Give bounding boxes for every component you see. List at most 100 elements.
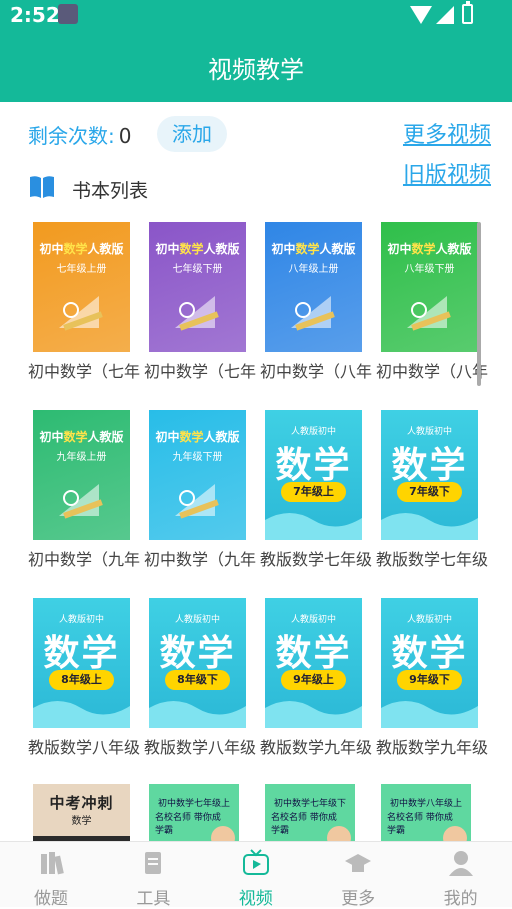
tab-label: 做题 — [34, 889, 68, 909]
tab-1[interactable]: 工具 — [102, 842, 204, 909]
remaining-count-label: 剩余次数: — [28, 124, 115, 148]
scrollbar[interactable] — [477, 222, 481, 386]
tab-2[interactable]: 视频 — [205, 842, 307, 909]
section-title: 书本列表 — [72, 180, 149, 202]
tab-label: 更多 — [341, 889, 376, 909]
cover-grade: 九年级下册 — [172, 452, 223, 463]
book-card[interactable]: 初中数学七年级上 名校名师 带你成学霸 — [144, 784, 260, 842]
cover-subject: 数学 — [391, 633, 468, 674]
cover-subject: 中考冲刺 — [49, 794, 114, 812]
book-cover[interactable]: 初中数学人教版 七年级下册 — [149, 222, 246, 352]
book-title: 教版数学九年级下册 — [376, 738, 488, 757]
book-cover[interactable]: 初中数学七年级上 名校名师 带你成学霸 — [149, 784, 239, 842]
cover-subject: 数学 — [43, 633, 120, 674]
book-card[interactable]: 初中数学人教版八年级下册初中数学（八年级下册） — [376, 222, 488, 392]
teacher-avatar-icon — [327, 826, 351, 842]
cover-title: 初中数学人教版 — [271, 242, 356, 256]
tab-0[interactable]: 做题 — [0, 842, 102, 909]
book-card[interactable]: 人教版初中数学7年级上教版数学七年级上册 — [260, 410, 376, 580]
book-cover[interactable]: 初中数学人教版 八年级下册 — [381, 222, 478, 352]
book-cover[interactable]: 人教版初中 数学 9年级下 — [381, 598, 478, 728]
add-button[interactable]: 添加 — [157, 116, 227, 152]
book-card[interactable]: 初中数学七年级下 名校名师 带你成学霸 — [260, 784, 376, 842]
book-title: 初中数学（七年级下册） — [144, 362, 256, 381]
document-icon — [145, 852, 162, 874]
book-card[interactable]: 初中数学人教版七年级下册初中数学（七年级下册） — [144, 222, 260, 392]
open-book-icon — [30, 176, 54, 198]
book-cover[interactable]: 初中数学人教版 九年级下册 — [149, 410, 246, 540]
cover-grade-badge: 9年级上 — [281, 670, 346, 690]
geometry-tools-icon — [175, 296, 219, 331]
book-title: 初中数学（九年级上册） — [28, 550, 140, 569]
remaining-count: 剩余次数: 0 — [28, 120, 131, 149]
page-title: 视频教学 — [208, 56, 304, 84]
book-card[interactable]: 人教版初中数学8年级下教版数学八年级下册 — [144, 598, 260, 768]
book-card[interactable]: 初中数学八年级上 名校名师 带你成学霸 — [376, 784, 488, 842]
battery-icon — [462, 1, 473, 24]
book-card[interactable]: 人教版初中数学7年级下教版数学七年级下册 — [376, 410, 488, 580]
tab-label: 我的 — [443, 889, 478, 909]
notification-avatar-icon — [58, 4, 78, 24]
book-cover[interactable]: 人教版初中 数学 8年级上 — [33, 598, 130, 728]
cover-grade-badge: 8年级下 — [165, 670, 230, 690]
wave-decoration — [265, 513, 362, 540]
book-title: 教版数学七年级上册 — [260, 550, 372, 569]
cover-grade-badge: 7年级下 — [397, 482, 462, 502]
wave-decoration — [381, 513, 478, 540]
wave-decoration — [149, 701, 246, 728]
book-cover[interactable]: 人教版初中 数学 7年级下 — [381, 410, 478, 540]
tab-4[interactable]: 我的 — [410, 842, 512, 909]
book-cover[interactable]: 初中数学人教版 七年级上册 — [33, 222, 130, 352]
cover-grade-badge: 9年级下 — [397, 670, 462, 690]
geometry-tools-icon — [407, 296, 451, 331]
book-card[interactable]: 人教版初中数学9年级上教版数学九年级上册 — [260, 598, 376, 768]
book-card[interactable]: 人教版初中数学8年级上教版数学八年级上册 — [28, 598, 144, 768]
book-card[interactable]: 人教版初中数学9年级下教版数学九年级下册 — [376, 598, 488, 768]
book-cover[interactable]: 初中数学八年级上 名校名师 带你成学霸 — [381, 784, 471, 842]
book-cover[interactable]: 初中数学人教版 九年级上册 — [33, 410, 130, 540]
book-grid: 初中数学人教版七年级上册初中数学（七年级上册）初中数学人教版七年级下册初中数学（… — [28, 222, 488, 842]
book-title: 初中数学（七年级上册） — [28, 362, 140, 381]
cover-grade: 八年级上册 — [288, 264, 339, 275]
geometry-tools-icon — [59, 484, 103, 519]
wave-decoration — [265, 701, 362, 728]
remaining-count-value: 0 — [118, 124, 132, 148]
graduation-cap-icon — [345, 854, 372, 872]
book-cover[interactable]: 人教版初中 数学 8年级下 — [149, 598, 246, 728]
signal-icon — [436, 6, 454, 24]
wave-decoration — [381, 701, 478, 728]
old-videos-link[interactable]: 旧版视频 — [403, 157, 491, 189]
book-title: 初中数学（八年级上册） — [260, 362, 372, 381]
book-cover[interactable]: 人教版初中 数学 9年级上 — [265, 598, 362, 728]
cover-title: 初中数学人教版 — [39, 430, 124, 444]
book-title: 教版数学八年级上册 — [28, 738, 140, 757]
tab-3[interactable]: 更多 — [307, 842, 409, 909]
book-card[interactable]: 初中数学人教版九年级上册初中数学（九年级上册） — [28, 410, 144, 580]
book-cover[interactable]: 初中数学人教版 八年级上册 — [265, 222, 362, 352]
book-card[interactable]: 初中数学人教版九年级下册初中数学（九年级下册） — [144, 410, 260, 580]
cover-title: 初中数学人教版 — [39, 242, 124, 256]
book-cover[interactable]: 初中数学七年级下 名校名师 带你成学霸 — [265, 784, 355, 842]
book-card[interactable]: 初中数学人教版七年级上册初中数学（七年级上册） — [28, 222, 144, 392]
book-title: 教版数学九年级上册 — [260, 738, 372, 757]
book-title: 教版数学七年级下册 — [376, 550, 488, 569]
cover-publisher: 数学 — [71, 816, 92, 827]
cover-title: 初中数学八年级上 — [389, 799, 462, 809]
person-icon — [448, 851, 473, 876]
geometry-tools-icon — [59, 296, 103, 331]
book-card[interactable]: 中考冲刺 数学 — [28, 784, 144, 842]
more-videos-link[interactable]: 更多视频 — [403, 117, 491, 149]
cover-grade: 八年级下册 — [404, 264, 455, 275]
cover-subject: 数学 — [159, 633, 236, 674]
book-cover[interactable]: 人教版初中 数学 7年级上 — [265, 410, 362, 540]
tab-label: 视频 — [238, 889, 273, 909]
book-card[interactable]: 初中数学人教版八年级上册初中数学（八年级上册） — [260, 222, 376, 392]
cover-grade: 七年级下册 — [172, 264, 223, 275]
books-icon — [41, 852, 64, 875]
app-header: 视频教学 — [0, 30, 512, 102]
book-title: 初中数学（八年级下册） — [376, 362, 488, 381]
bottom-tab-bar: 做题 工具 视频 更多 我的 — [0, 841, 512, 909]
book-cover[interactable]: 中考冲刺 数学 — [33, 784, 130, 842]
cover-title: 初中数学七年级下 — [273, 799, 346, 809]
cover-title: 初中数学七年级上 — [157, 799, 230, 809]
